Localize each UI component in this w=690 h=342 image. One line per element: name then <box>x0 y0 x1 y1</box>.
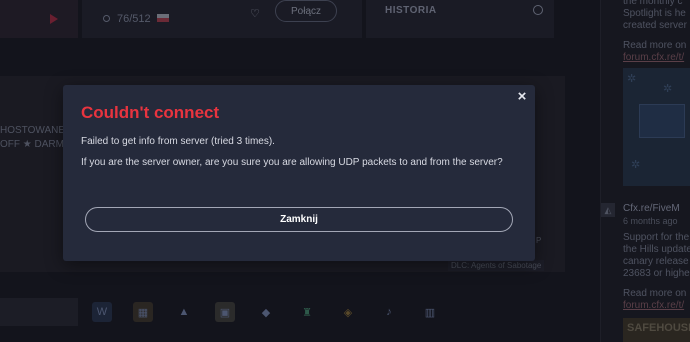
server-shape-icon[interactable]: ▲ <box>174 302 194 322</box>
news-line: created server <box>623 20 687 31</box>
server-logo-icon[interactable]: ▣ <box>215 302 235 322</box>
snowflake-icon: ✲ <box>663 83 673 95</box>
featured-line: OFF ★ DARMO <box>0 139 72 150</box>
play-icon <box>50 14 58 24</box>
server-diamond-icon[interactable]: ◆ <box>256 302 276 322</box>
server-bottle-icon[interactable]: ♜ <box>297 302 317 322</box>
server-pixel-icon[interactable]: ▦ <box>133 302 153 322</box>
dlc-label: DLC: Agents of Sabotage <box>448 260 545 271</box>
featured-line: HOSTOWANE <box>0 125 66 136</box>
news-read-more: Read more on forum.cfx.re/t/ <box>623 288 686 312</box>
server-icon-row: W ▦ ▲ ▣ ◆ ♜ ◈ ♪ ▥ <box>92 302 440 322</box>
server-badge-icon[interactable]: ◈ <box>338 302 358 322</box>
news-banner[interactable]: SAFEHOUSE <box>623 318 690 342</box>
server-mic-icon[interactable]: ♪ <box>379 302 399 322</box>
history-clock-icon[interactable] <box>533 5 543 15</box>
bottom-left-card <box>0 298 78 326</box>
dialog-title: Couldn't connect <box>81 103 220 122</box>
top-left-card <box>0 0 78 38</box>
dialog-message-line: If you are the server owner, are you sur… <box>81 157 503 168</box>
connect-error-dialog: Couldn't connect × Failed to get info fr… <box>63 85 535 261</box>
connect-button[interactable]: Połącz <box>275 0 337 22</box>
server-city-icon[interactable]: ▥ <box>420 302 440 322</box>
dialog-message-line: Failed to get info from server (tried 3 … <box>81 136 275 147</box>
news-link[interactable]: forum.cfx.re/t/ <box>623 300 686 312</box>
player-count: 76/512 <box>103 13 151 25</box>
snowflake-icon: ✲ <box>627 73 637 85</box>
news-line: canary release <box>623 256 689 267</box>
news-line: Spotlight is he <box>623 8 686 19</box>
server-w-icon[interactable]: W <box>92 302 112 322</box>
users-icon <box>103 14 113 24</box>
news-line: the Hills update <box>623 244 690 255</box>
p-label: P <box>536 236 542 245</box>
close-button[interactable]: Zamknij <box>85 207 513 232</box>
news-link[interactable]: forum.cfx.re/t/ <box>623 52 686 64</box>
news-line: the monthly c <box>623 0 683 7</box>
heart-icon[interactable]: ♡ <box>250 7 260 20</box>
close-icon[interactable]: × <box>515 89 529 104</box>
flag-icon <box>157 14 169 22</box>
snowflake-icon: ✲ <box>631 159 641 171</box>
screenshot-thumbnail <box>639 104 685 138</box>
read-more-label: Read more on <box>623 288 687 299</box>
featured-text: HOSTOWANE OFF ★ DARMO <box>0 124 72 152</box>
news-text: the monthly c Spotlight is he created se… <box>623 0 687 32</box>
news-line: 23683 or higher <box>623 268 690 279</box>
news-body: Support for the the Hills update canary … <box>623 232 690 280</box>
read-more-label: Read more on <box>623 40 687 51</box>
author-avatar: ◭ <box>601 203 615 217</box>
history-title: HISTORIA <box>385 5 437 16</box>
author-handle[interactable]: Cfx.re/FiveM <box>623 203 680 214</box>
player-count-text: 76/512 <box>117 13 151 25</box>
news-image[interactable]: ✲ ✲ ✲ <box>623 68 690 186</box>
post-time: 6 months ago <box>623 216 678 226</box>
news-line: Support for the <box>623 232 690 243</box>
news-read-more: Read more on forum.cfx.re/t/ <box>623 40 686 64</box>
